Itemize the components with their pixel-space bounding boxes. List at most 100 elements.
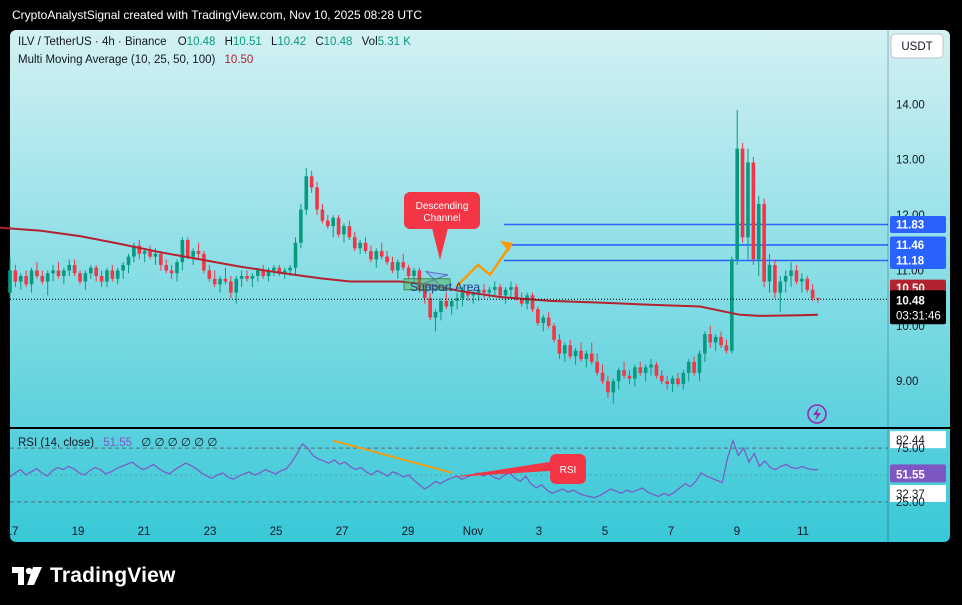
candle-body (320, 209, 325, 221)
candle-body (686, 361, 691, 373)
candle-body (272, 267, 276, 271)
candle-body (552, 325, 556, 340)
time-tick-label: 9 (734, 526, 740, 538)
candle-body (579, 350, 583, 360)
badge-level-3-text: 11.18 (896, 255, 925, 267)
candle-body (326, 220, 330, 227)
svg-text:USDT: USDT (901, 41, 932, 53)
candle-body (293, 242, 298, 268)
candle-body (110, 270, 115, 279)
badge-level-2: 11.46 (890, 236, 946, 254)
candle-body (509, 287, 513, 290)
candle-body (746, 162, 750, 238)
candle-body (175, 262, 179, 274)
candle-body (396, 262, 400, 271)
time-tick-label: 5 (602, 526, 608, 538)
candle-body (584, 353, 589, 360)
candle-body (115, 270, 120, 279)
candle-body (390, 262, 395, 271)
legend-symbol: ILV / TetherUS · 4h · Binance (18, 36, 167, 48)
candle-body (51, 270, 55, 274)
candle-body (563, 345, 567, 354)
candle-body (385, 256, 389, 263)
candle-body (126, 256, 131, 265)
badge-countdown: 03:31:46 (896, 310, 941, 322)
candle-body (401, 262, 406, 268)
price-tick-label: 13.00 (896, 155, 925, 167)
candle-body (347, 226, 352, 238)
candle-body (557, 339, 562, 354)
candle-body (223, 278, 228, 282)
candle-body (250, 276, 255, 279)
candle-body (374, 251, 379, 260)
candle-body (406, 267, 411, 276)
candle-body (89, 267, 93, 274)
candle-body (159, 253, 163, 265)
price-tick-label: 14.00 (896, 99, 925, 111)
candle-body (697, 353, 702, 373)
candle-body (309, 176, 314, 188)
candle-body (805, 278, 810, 290)
candle-body (654, 364, 659, 376)
candle-body (315, 187, 319, 210)
candle-body (498, 287, 502, 296)
candle-body (148, 251, 152, 257)
time-tick-label: 29 (402, 526, 415, 538)
candle-body (18, 276, 23, 282)
candle-body (762, 204, 766, 282)
candle-body (191, 251, 195, 257)
candle-body (142, 251, 147, 254)
candle-body (595, 361, 599, 373)
candle-body (740, 148, 745, 238)
candle-body (622, 370, 626, 376)
candle-body (541, 317, 546, 324)
svg-text:RSI (14, close) 51.55: RSI (14, close) 51.55 ∅ ∅ ∅ ∅ ∅ ∅ (18, 437, 217, 449)
candle-body (810, 289, 815, 299)
candle-body (369, 251, 373, 260)
candle-body (218, 278, 222, 285)
candle-body (342, 226, 346, 235)
candle-body (29, 270, 34, 285)
candle-body (589, 353, 594, 362)
tradingview-logo[interactable]: TradingView (12, 564, 176, 588)
candle-body (363, 242, 368, 252)
legend-ma-value: 10.50 (225, 54, 254, 66)
candle-body (444, 300, 449, 307)
candle-body (611, 381, 616, 393)
legend-ma-label: Multi Moving Average (10, 25, 50, 100) (18, 54, 215, 66)
candle-body (207, 270, 212, 279)
candle-body (665, 381, 669, 384)
candle-body (40, 276, 45, 282)
candle-body (196, 251, 201, 254)
candle-body (627, 375, 632, 379)
price-tick-label: 9.00 (896, 376, 918, 388)
currency-button[interactable]: USDT (890, 33, 944, 59)
time-tick-label: Nov (463, 526, 484, 538)
candle-body (8, 270, 12, 293)
time-tick-label: 19 (72, 526, 85, 538)
candle-body (730, 259, 734, 351)
candle-body (331, 217, 335, 227)
candle-body (72, 264, 77, 274)
candle-body (239, 276, 244, 279)
candle-body (212, 278, 217, 285)
candle-body (13, 270, 18, 282)
candle-body (600, 372, 605, 382)
candle-body (681, 372, 686, 384)
candle-body (229, 281, 233, 293)
rsi-callout: RSI (550, 454, 586, 484)
svg-text:Multi Moving Average (10, 25,: Multi Moving Average (10, 25, 50, 100) 1… (18, 54, 253, 66)
candle-body (783, 276, 788, 282)
candle-body (94, 267, 98, 276)
tradingview-chart[interactable]: 14.0013.0012.0011.0010.009.00 11.8311.46… (0, 30, 962, 556)
rsi-tick-label: 75.00 (896, 443, 925, 455)
candle-body (606, 381, 610, 393)
candle-body (735, 148, 739, 260)
time-tick-label: 3 (536, 526, 542, 538)
rsi-badge-value-text: 51.55 (896, 469, 925, 481)
candle-body (99, 276, 104, 282)
rsi-legend: RSI (14, close) 51.55 ∅ ∅ ∅ ∅ ∅ ∅ (18, 437, 217, 449)
candle-body (546, 317, 551, 326)
candle-body (536, 309, 540, 324)
chart-credit: CryptoAnalystSignal created with Trading… (12, 8, 422, 22)
